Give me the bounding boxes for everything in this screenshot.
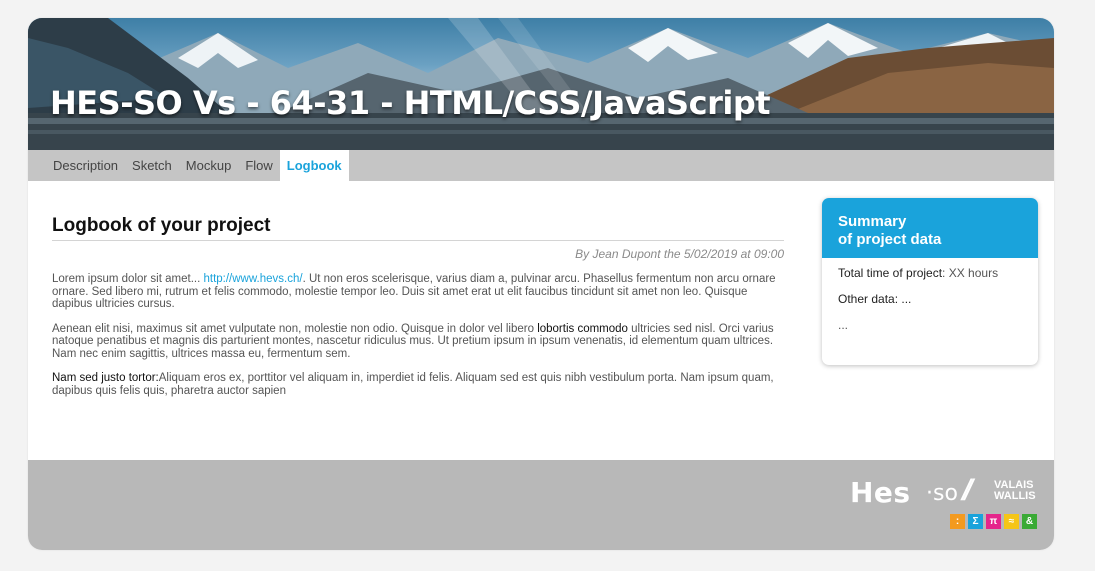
paragraph-3-bold: Nam sed justo tortor: <box>52 372 159 384</box>
paragraph-3: Nam sed justo tortor:Aliquam eros ex, po… <box>52 372 784 397</box>
summary-title-line1: Summary <box>838 213 907 230</box>
paragraph-1: Lorem ipsum dolor sit amet... http://www… <box>52 273 784 311</box>
badge-pi-icon: π <box>986 514 1001 529</box>
tab-description[interactable]: Description <box>46 150 125 181</box>
badge-colon-icon: : <box>950 514 965 529</box>
paragraph-3-text: Aliquam eros ex, porttitor vel aliquam i… <box>52 372 774 397</box>
author-byline: By Jean Dupont the 5/02/2019 at 09:00 <box>575 247 784 261</box>
summary-title-line2: of project data <box>838 231 942 248</box>
tab-mockup[interactable]: Mockup <box>179 150 239 181</box>
summary-card: Summary of project data Total time of pr… <box>822 198 1038 365</box>
logbook-content: Logbook of your project By Jean Dupont t… <box>52 215 784 397</box>
page-frame: HES-SO Vs - 64-31 - HTML/CSS/JavaScript … <box>28 18 1054 550</box>
summary-more: ... <box>838 318 849 332</box>
summary-total-time: Total time of project: XX hours <box>838 266 1022 280</box>
logo-badges: : Σ π ≈ & <box>950 514 1037 529</box>
header-banner: HES-SO Vs - 64-31 - HTML/CSS/JavaScript <box>28 18 1054 150</box>
logo-hes-text: Hes <box>850 476 911 509</box>
total-time-value: : XX hours <box>942 266 999 280</box>
hevs-link[interactable]: http://www.hevs.ch/ <box>203 273 302 285</box>
tab-flow[interactable]: Flow <box>238 150 279 181</box>
page-title: Logbook of your project <box>52 215 784 241</box>
tab-sketch[interactable]: Sketch <box>125 150 179 181</box>
page-footer: Hes ·so // VALAIS WALLIS : Σ π ≈ & <box>28 460 1054 550</box>
total-time-label: Total time of project <box>838 266 943 280</box>
tab-bar: Description Sketch Mockup Flow Logbook <box>28 150 1054 181</box>
badge-ampersand-icon: & <box>1022 514 1037 529</box>
logo-slash-icon: // <box>962 474 972 507</box>
paragraph-1-text-start: Lorem ipsum dolor sit amet... <box>52 273 204 285</box>
logo-wallis: WALLIS <box>994 490 1036 502</box>
tab-logbook[interactable]: Logbook <box>279 150 349 181</box>
hes-so-logo: Hes ·so // VALAIS WALLIS : Σ π ≈ & <box>838 474 1038 536</box>
page-header-title: HES-SO Vs - 64-31 - HTML/CSS/JavaScript <box>50 84 771 122</box>
badge-sigma-icon: Σ <box>968 514 983 529</box>
badge-approx-icon: ≈ <box>1004 514 1019 529</box>
logo-region-text: VALAIS WALLIS <box>994 480 1036 502</box>
paragraph-2: Aenean elit nisi, maximus sit amet vulpu… <box>52 323 784 361</box>
summary-other-data: Other data: ... <box>838 292 912 306</box>
logo-so-text: ·so <box>926 481 958 506</box>
summary-header: Summary of project data <box>822 198 1038 258</box>
paragraph-2-text-start: Aenean elit nisi, maximus sit amet vulpu… <box>52 322 538 335</box>
summary-body: Total time of project: XX hours Other da… <box>822 258 1038 352</box>
paragraph-2-bold: lobortis commodo <box>537 322 628 335</box>
